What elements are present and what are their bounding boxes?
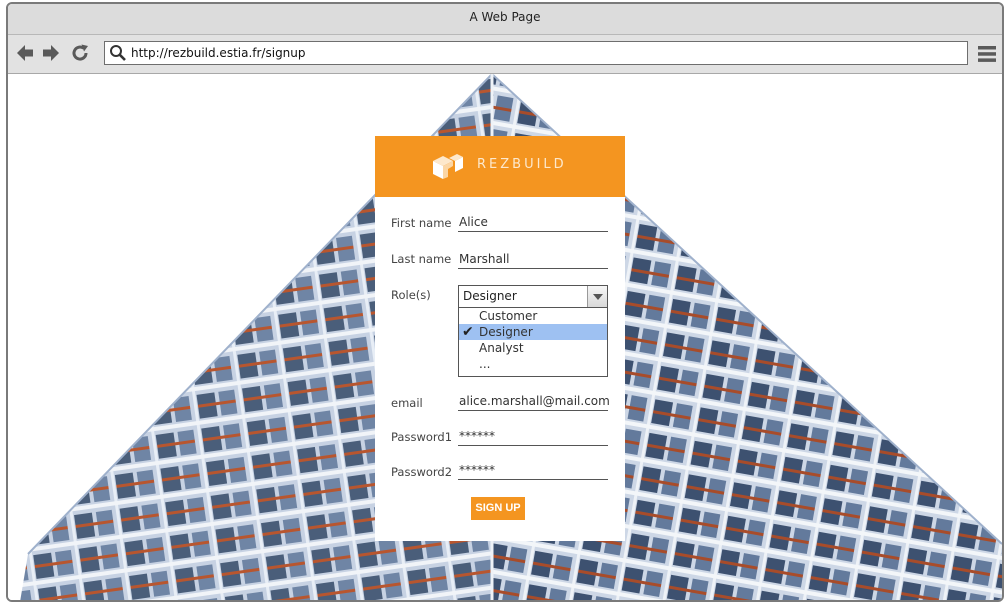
chevron-down-icon[interactable] (587, 286, 607, 307)
role-option-customer[interactable]: Customer (459, 308, 607, 324)
password2-label: Password2 (391, 465, 453, 479)
role-option-label: Analyst (479, 341, 524, 355)
password1-label: Password1 (391, 430, 453, 444)
roles-options-list: Customer ✔ Designer Analyst ... (458, 308, 608, 377)
password2-field[interactable]: ****** (458, 462, 608, 480)
back-arrow-icon[interactable] (14, 42, 36, 64)
role-option-label: Designer (479, 325, 533, 339)
sign-up-button[interactable]: SIGN UP (471, 497, 525, 520)
first-name-label: First name (391, 216, 452, 230)
search-icon (110, 45, 126, 61)
last-name-label: Last name (391, 252, 452, 266)
rezbuild-logo-icon (433, 154, 463, 179)
role-option-designer[interactable]: ✔ Designer (459, 324, 607, 340)
role-option-label: ... (479, 357, 491, 371)
reload-icon[interactable] (69, 42, 91, 64)
signup-card: REZBUILD First name Alice Last name Mars… (375, 136, 625, 541)
roles-label: Role(s) (391, 288, 431, 302)
roles-select[interactable]: Designer (458, 285, 608, 308)
window-title: A Web Page (8, 4, 1002, 35)
first-name-field[interactable]: Alice (458, 214, 608, 232)
email-label: email (391, 396, 423, 410)
role-option-label: Customer (479, 309, 538, 323)
role-option-analyst[interactable]: Analyst (459, 340, 607, 356)
password1-field[interactable]: ****** (458, 428, 608, 446)
role-option-more[interactable]: ... (459, 356, 607, 372)
browser-window: A Web Page http://rezbuild.estia.fr/sign… (6, 2, 1004, 602)
checkmark-icon: ✔ (462, 324, 474, 340)
hamburger-menu-icon[interactable] (978, 45, 996, 63)
email-field[interactable]: alice.marshall@mail.com (458, 393, 610, 411)
address-bar[interactable]: http://rezbuild.estia.fr/signup (104, 41, 968, 65)
last-name-field[interactable]: Marshall (458, 251, 608, 269)
roles-selected-value: Designer (463, 289, 517, 303)
browser-toolbar: http://rezbuild.estia.fr/signup (8, 35, 1002, 74)
url-text: http://rezbuild.estia.fr/signup (131, 46, 306, 60)
brand-header: REZBUILD (375, 136, 625, 197)
forward-arrow-icon[interactable] (40, 42, 62, 64)
page-content: REZBUILD First name Alice Last name Mars… (8, 74, 1002, 600)
brand-name: REZBUILD (477, 157, 567, 172)
